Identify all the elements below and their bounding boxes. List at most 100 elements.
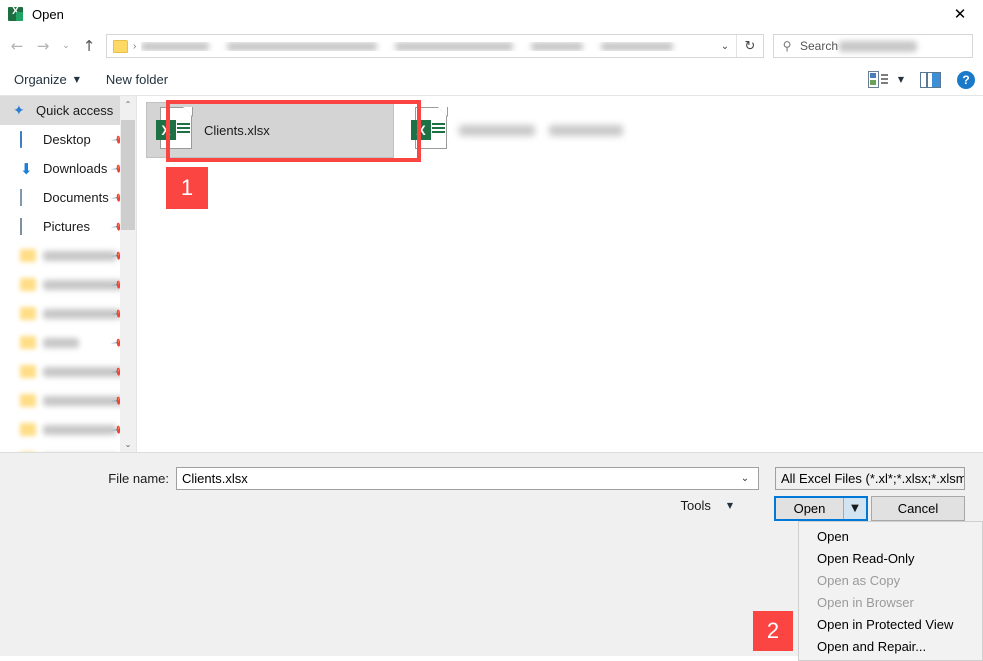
tools-button[interactable]: Tools ▼ (680, 498, 733, 513)
excel-icon (8, 6, 24, 22)
menu-item-open[interactable]: Open (799, 525, 982, 547)
list-item[interactable]: X Clients.xlsx (146, 102, 394, 158)
sidebar-item-redacted[interactable]: 📌 (0, 415, 136, 444)
menu-item-open-read-only[interactable]: Open Read-Only (799, 547, 982, 569)
sidebar-item-quick-access[interactable]: ✦ Quick access (0, 96, 136, 125)
sidebar-item-redacted[interactable]: 📌 (0, 328, 136, 357)
organize-button[interactable]: Organize ▼ (14, 72, 80, 87)
file-name-label: Clients.xlsx (204, 122, 270, 138)
sidebar-item-pictures[interactable]: Pictures 📌 (0, 212, 136, 241)
open-label: Open (793, 501, 826, 516)
folder-icon (113, 39, 128, 53)
sidebar-item-label-redacted (43, 337, 79, 348)
close-icon[interactable]: ✕ (937, 0, 983, 28)
sidebar-item-documents[interactable]: Documents 📌 (0, 183, 136, 212)
chevron-down-icon: ▼ (726, 501, 733, 510)
menu-item-open-in-browser: Open in Browser (817, 594, 914, 610)
dialog-body: ✦ Quick access Desktop 📌 ⬇ Downloads 📌 D… (0, 96, 983, 452)
sidebar-item-label-redacted (43, 424, 117, 435)
file-name-input[interactable]: Clients.xlsx ⌄ (176, 467, 759, 490)
annotation-badge-1: 1 (166, 167, 208, 209)
search-scope-redacted (839, 40, 918, 52)
sidebar-item-redacted[interactable]: 📌 (0, 357, 136, 386)
open-dropdown-menu: Open Open Read-Only Open as Copy Open in… (798, 521, 983, 661)
file-name-value: Clients.xlsx (182, 471, 248, 486)
menu-item-open-as-copy: Open as Copy (817, 572, 901, 588)
sidebar-item-redacted[interactable]: 📌 (0, 299, 136, 328)
breadcrumb-segment-redacted[interactable] (141, 41, 210, 51)
chevron-down-icon: ▼ (73, 75, 80, 84)
view-dropdown-icon[interactable]: ▼ (898, 75, 904, 84)
file-name-label-redacted (549, 124, 623, 136)
chevron-down-icon[interactable]: ⌄ (732, 473, 758, 484)
folder-icon (20, 336, 36, 349)
view-layout-icon[interactable] (867, 71, 888, 88)
recent-locations-button[interactable]: ⌄ (56, 32, 76, 60)
tools-label: Tools (680, 498, 711, 513)
excel-file-icon: X (156, 107, 196, 153)
up-button[interactable]: ↑ (76, 32, 102, 60)
refresh-icon[interactable]: ↻ (737, 39, 763, 54)
sidebar-item-redacted[interactable]: 📌 (0, 386, 136, 415)
sidebar-item-label: Desktop (43, 132, 91, 147)
address-bar[interactable]: › ⌄ ↻ (106, 34, 764, 58)
breadcrumb-segment-redacted[interactable] (531, 41, 584, 51)
file-type-dropdown[interactable]: All Excel Files (*.xl*;*.xlsx;*.xlsm ⌄ (775, 467, 965, 490)
sidebar-item-redacted[interactable]: 📌 (0, 241, 136, 270)
window-title: Open (32, 6, 64, 22)
documents-icon (20, 188, 36, 206)
navigation-pane: ✦ Quick access Desktop 📌 ⬇ Downloads 📌 D… (0, 96, 136, 452)
sidebar-item-redacted[interactable]: 📌 (0, 270, 136, 299)
sidebar-item-redacted[interactable]: 📌 (0, 444, 136, 452)
cancel-button[interactable]: Cancel (871, 496, 965, 521)
scroll-up-icon[interactable]: ⌃ (120, 96, 136, 112)
folder-icon (20, 394, 36, 407)
breadcrumb-segment-redacted[interactable] (601, 41, 674, 51)
scroll-down-icon[interactable]: ⌄ (120, 436, 136, 452)
sidebar-item-label: Pictures (43, 219, 90, 234)
folder-icon (20, 249, 36, 262)
new-folder-button[interactable]: New folder (106, 72, 168, 87)
sidebar-item-downloads[interactable]: ⬇ Downloads 📌 (0, 154, 136, 183)
breadcrumb-segment-redacted[interactable] (227, 41, 378, 51)
command-bar: Organize ▼ New folder ▼ ? (0, 64, 983, 96)
star-icon: ✦ (13, 102, 25, 119)
excel-file-icon: X (411, 107, 451, 153)
file-type-value: All Excel Files (*.xl*;*.xlsx;*.xlsm (781, 471, 965, 486)
menu-item-open-and-repair[interactable]: Open and Repair... (799, 635, 982, 657)
menu-item-open-in-protected-view[interactable]: Open in Protected View (799, 613, 982, 635)
preview-pane-icon[interactable] (920, 71, 941, 88)
search-input[interactable]: ⚲ Search (773, 34, 973, 58)
scrollbar-track[interactable] (120, 112, 136, 436)
pictures-icon (20, 217, 36, 235)
download-icon: ⬇ (20, 159, 33, 178)
annotation-badge-2: 2 (753, 611, 793, 651)
breadcrumb[interactable] (141, 41, 714, 51)
back-button[interactable]: ← (4, 32, 30, 60)
chevron-down-icon[interactable]: ⌄ (714, 41, 736, 52)
list-item[interactable]: X (402, 102, 662, 158)
scrollbar-thumb[interactable] (121, 120, 135, 230)
sidebar-item-label-redacted (43, 308, 121, 319)
forward-button[interactable]: → (30, 32, 56, 60)
desktop-icon (20, 130, 36, 148)
file-name-label: File name: (108, 471, 169, 486)
organize-label: Organize (14, 72, 67, 87)
sidebar-item-label: Quick access (36, 103, 114, 118)
file-name-label-redacted (459, 124, 535, 136)
breadcrumb-separator: › (133, 40, 137, 52)
navigation-bar: ← → ⌄ ↑ › ⌄ ↻ ⚲ Search (0, 28, 983, 64)
sidebar-item-label: Downloads (43, 161, 108, 176)
breadcrumb-segment-redacted[interactable] (395, 41, 514, 51)
sidebar-scrollbar[interactable]: ⌃ ⌄ (120, 96, 136, 452)
open-dropdown-toggle[interactable]: ▼ (843, 498, 866, 519)
folder-icon (20, 423, 36, 436)
search-placeholder: Search (800, 39, 839, 53)
open-button[interactable]: Open ▼ (774, 496, 868, 521)
folder-icon (20, 278, 36, 291)
file-list[interactable]: X Clients.xlsx X (137, 96, 983, 452)
title-bar: Open ✕ (0, 0, 983, 28)
help-icon[interactable]: ? (957, 70, 975, 89)
sidebar-item-label-redacted (43, 250, 117, 261)
sidebar-item-desktop[interactable]: Desktop 📌 (0, 125, 136, 154)
